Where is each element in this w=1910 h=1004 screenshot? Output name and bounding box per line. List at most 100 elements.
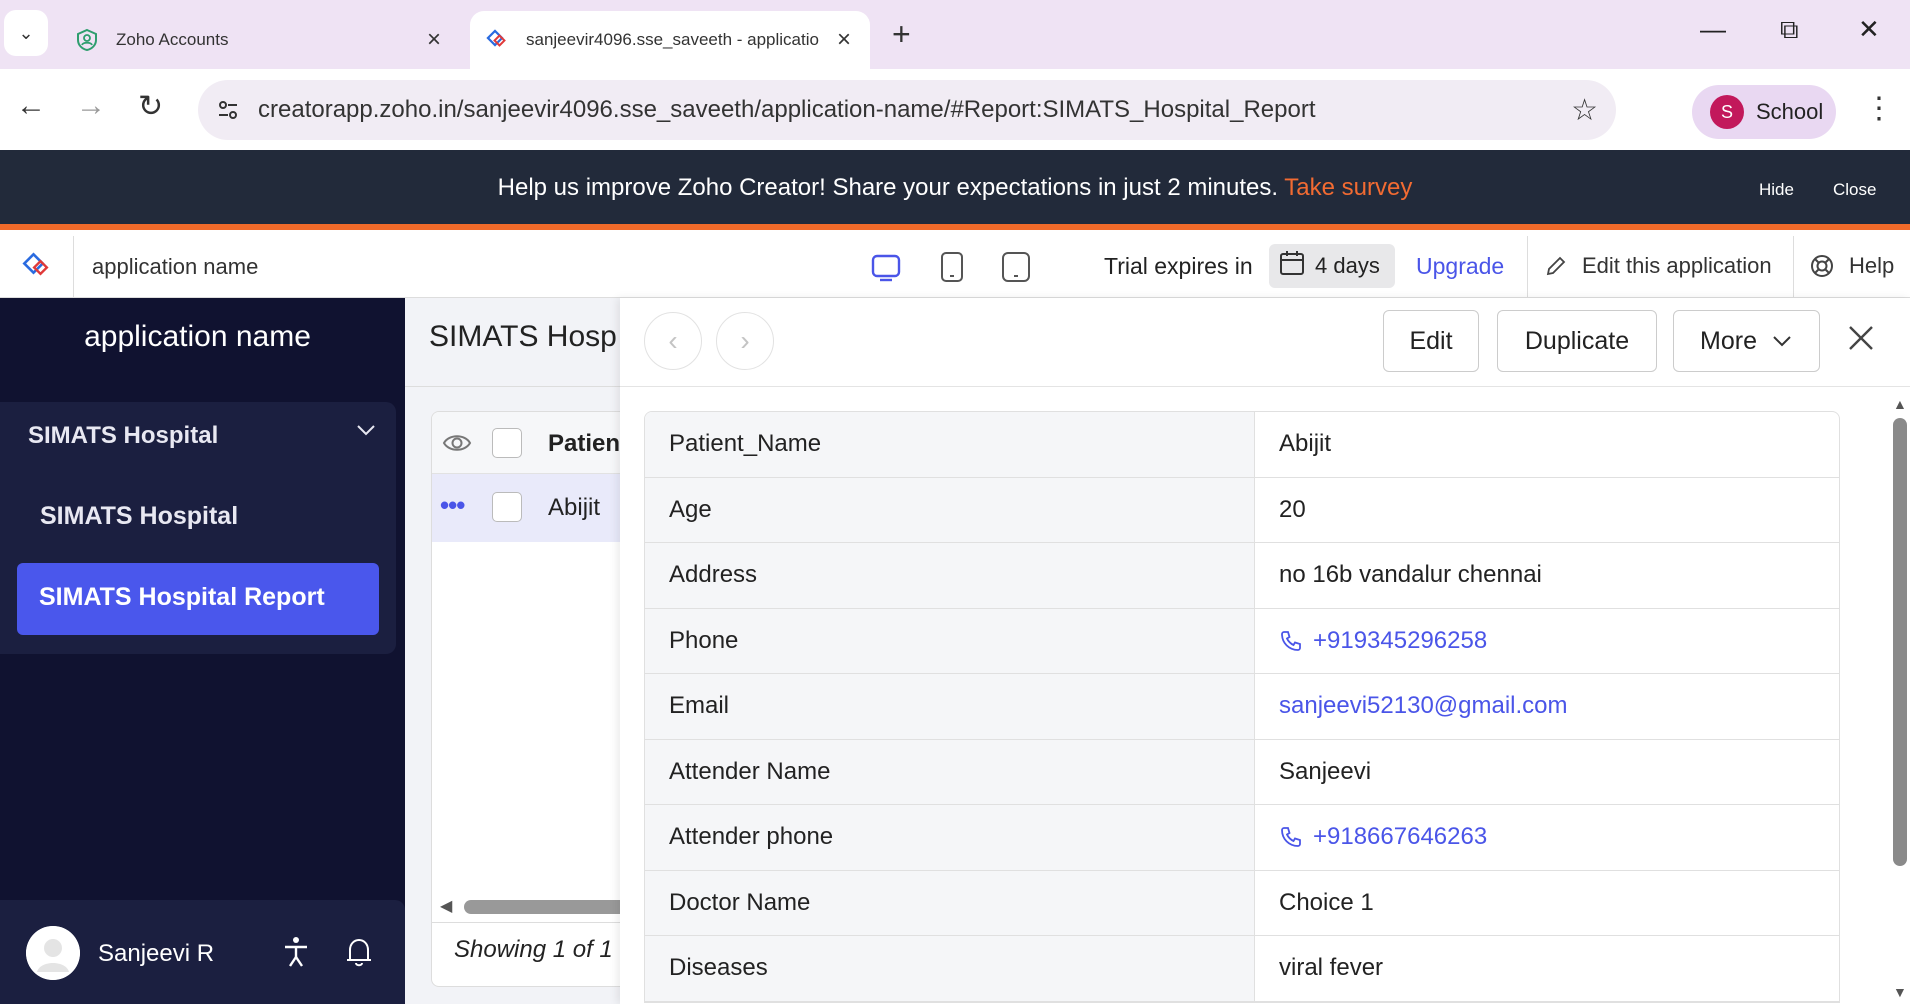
field-value: Abijit <box>1279 430 1332 458</box>
record-detail-panel: ‹ › Edit Duplicate More Patient_Name Abi… <box>620 298 1910 1004</box>
field-row-attender-phone: Attender phone +918667646263 <box>645 805 1839 871</box>
grid-footer-divider <box>432 922 630 923</box>
next-record-button[interactable]: › <box>716 312 774 370</box>
tab-search-button[interactable]: ⌄ <box>4 10 48 56</box>
sidebar-group-simats-hospital[interactable]: SIMATS Hospital <box>28 422 378 450</box>
reload-icon[interactable]: ↻ <box>138 89 163 124</box>
field-label: Phone <box>645 608 1255 673</box>
field-label: Email <box>645 674 1255 739</box>
pencil-icon <box>1544 254 1568 278</box>
browser-tab-creator[interactable]: sanjeevir4096.sse_saveeth - applicatio × <box>470 11 870 69</box>
bookmark-star-icon[interactable]: ☆ <box>1571 93 1598 128</box>
browser-tab-bar: ⌄ Zoho Accounts × sanjeevir4096.sse_save… <box>0 0 1910 69</box>
field-row-attender-name: Attender Name Sanjeevi <box>645 739 1839 805</box>
user-name: Sanjeevi R <box>98 940 215 967</box>
back-arrow-icon[interactable]: ← <box>16 89 46 123</box>
phone-value: +919345296258 <box>1313 626 1488 654</box>
edit-button[interactable]: Edit <box>1383 310 1479 372</box>
attender-phone-link[interactable]: +918667646263 <box>1255 805 1839 870</box>
more-button[interactable]: More <box>1673 310 1820 372</box>
sidebar-app-title: application name <box>84 320 311 353</box>
vertical-scrollbar[interactable]: ▲ ▼ <box>1890 396 1910 1004</box>
row-actions-dots-icon[interactable]: ••• <box>440 490 465 521</box>
close-panel-icon[interactable] <box>1846 322 1876 358</box>
banner-hide-button[interactable]: Hide <box>1759 180 1794 200</box>
horizontal-scrollbar[interactable]: ◀ <box>440 896 630 916</box>
url-text[interactable]: creatorapp.zoho.in/sanjeevir4096.sse_sav… <box>258 96 1571 124</box>
tab-title: sanjeevir4096.sse_saveeth - applicatio <box>526 30 819 49</box>
scroll-up-icon[interactable]: ▲ <box>1893 396 1907 412</box>
edit-application-label: Edit this application <box>1582 253 1772 278</box>
app-header: application name Trial expires in 4 days… <box>0 236 1910 298</box>
window-close-icon[interactable]: ✕ <box>1858 14 1880 45</box>
notification-bell-icon[interactable] <box>344 936 374 973</box>
field-value: 20 <box>1279 495 1306 523</box>
tablet-view-icon[interactable] <box>937 250 967 284</box>
row-checkbox[interactable] <box>492 492 522 522</box>
field-value: Sanjeevi <box>1279 757 1372 785</box>
accessibility-icon[interactable] <box>282 936 310 973</box>
scroll-down-icon[interactable]: ▼ <box>1893 984 1907 1000</box>
survey-banner: Help us improve Zoho Creator! Share your… <box>0 150 1910 230</box>
mobile-view-icon[interactable] <box>1001 250 1031 284</box>
trial-days-badge: 4 days <box>1269 244 1395 288</box>
attender-phone-value: +918667646263 <box>1313 823 1488 851</box>
zoho-creator-logo-icon[interactable] <box>0 236 74 298</box>
grid-header-row: Patien <box>432 412 630 474</box>
field-label: Diseases <box>645 936 1255 1001</box>
field-row-address: Address no 16b vandalur chennai <box>645 543 1839 609</box>
previous-record-button[interactable]: ‹ <box>644 312 702 370</box>
field-value: no 16b vandalur chennai <box>1279 561 1542 589</box>
email-link[interactable]: sanjeevi52130@gmail.com <box>1255 674 1839 739</box>
site-info-icon[interactable] <box>198 80 258 140</box>
phone-link[interactable]: +919345296258 <box>1255 609 1839 674</box>
more-label: More <box>1700 326 1757 355</box>
scrollbar-thumb[interactable] <box>1893 418 1907 866</box>
field-label: Address <box>645 543 1255 608</box>
phone-icon <box>1279 629 1303 653</box>
help-button[interactable]: Help <box>1809 253 1894 279</box>
scroll-left-icon[interactable]: ◀ <box>440 896 452 916</box>
chevron-down-icon <box>354 418 378 449</box>
avatar[interactable] <box>26 926 80 980</box>
field-row-phone: Phone +919345296258 <box>645 608 1839 674</box>
upgrade-link[interactable]: Upgrade <box>1416 253 1504 280</box>
browser-tab-zoho-accounts[interactable]: Zoho Accounts × <box>60 11 460 69</box>
chevron-down-icon <box>1771 330 1793 352</box>
profile-button[interactable]: S School <box>1692 85 1836 139</box>
duplicate-button[interactable]: Duplicate <box>1497 310 1657 372</box>
sidebar: application name SIMATS Hospital SIMATS … <box>0 298 405 1004</box>
sidebar-item-simats-hospital-report[interactable]: SIMATS Hospital Report <box>17 563 379 635</box>
zoho-creator-favicon-icon <box>484 27 510 53</box>
column-header-patient-name[interactable]: Patien <box>548 430 620 458</box>
sidebar-item-simats-hospital[interactable]: SIMATS Hospital <box>40 502 238 531</box>
field-label: Age <box>645 477 1255 542</box>
field-row-patient-name: Patient_Name Abijit <box>645 412 1839 478</box>
tab-close-icon[interactable]: × <box>422 26 446 54</box>
select-all-checkbox[interactable] <box>492 428 522 458</box>
banner-close-button[interactable]: Close <box>1833 180 1876 200</box>
restore-icon[interactable]: ⧉ <box>1780 14 1799 46</box>
sidebar-user-footer: Sanjeevi R <box>0 900 405 1004</box>
new-tab-icon[interactable]: + <box>892 16 911 53</box>
sidebar-menu: SIMATS Hospital SIMATS Hospital SIMATS H… <box>0 402 396 654</box>
browser-menu-icon[interactable]: ⋮ <box>1864 91 1894 126</box>
column-visibility-eye-icon[interactable] <box>442 430 472 461</box>
field-value: viral fever <box>1279 954 1384 982</box>
forward-arrow-icon[interactable]: → <box>76 89 106 123</box>
minimize-icon[interactable]: — <box>1700 14 1726 45</box>
profile-label: School <box>1756 99 1824 124</box>
chevron-right-icon: › <box>740 325 750 356</box>
take-survey-link[interactable]: Take survey <box>1284 174 1412 201</box>
table-row[interactable]: ••• Abijit <box>432 474 630 542</box>
address-bar[interactable]: creatorapp.zoho.in/sanjeevir4096.sse_sav… <box>198 80 1616 140</box>
field-value: Choice 1 <box>1279 888 1374 916</box>
cell-patient-name: Abijit <box>548 494 601 521</box>
edit-application-button[interactable]: Edit this application <box>1544 253 1772 279</box>
tab-close-icon[interactable]: × <box>832 26 856 54</box>
trial-days: 4 days <box>1315 253 1380 278</box>
scrollbar-thumb[interactable] <box>464 900 630 914</box>
field-label: Attender Name <box>645 739 1255 804</box>
desktop-view-icon[interactable] <box>871 250 901 284</box>
records-count: Showing 1 of 1 <box>454 936 613 963</box>
